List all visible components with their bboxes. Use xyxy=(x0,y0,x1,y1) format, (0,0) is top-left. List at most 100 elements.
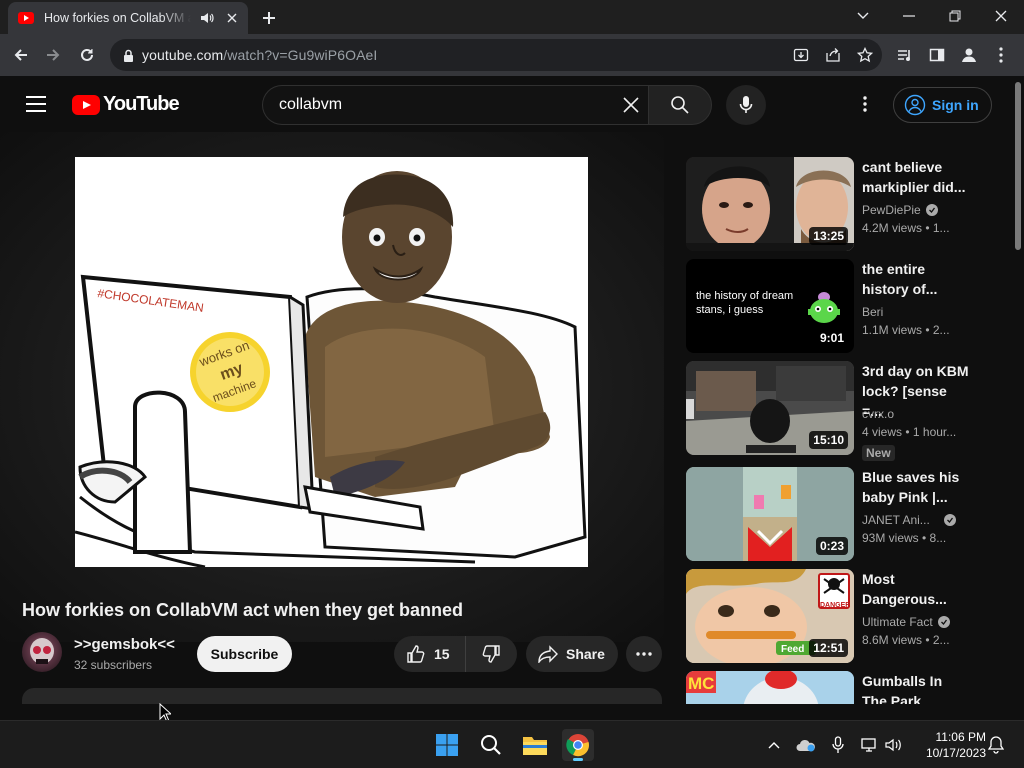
recommendation-title[interactable]: Most Dangerous... xyxy=(862,569,970,609)
reload-icon xyxy=(81,48,93,61)
channel-label: PewDiePie xyxy=(862,203,921,217)
guide-menu-button[interactable] xyxy=(22,90,50,118)
subscribe-button[interactable]: Subscribe xyxy=(197,636,292,672)
minimize-button[interactable] xyxy=(889,4,929,28)
chrome-taskbar-button[interactable] xyxy=(562,729,594,761)
sign-in-label: Sign in xyxy=(932,97,979,113)
recommendation-title[interactable]: cant believe markiplier did... xyxy=(862,157,970,197)
clear-search-icon[interactable] xyxy=(620,94,642,116)
show-hidden-icons-button[interactable] xyxy=(764,735,784,755)
recommendation-title[interactable]: Gumballs In The Park xyxy=(862,671,970,704)
channel-name[interactable]: >>gemsbok<< xyxy=(74,636,175,653)
recommendation-title[interactable]: Blue saves his baby Pink |... xyxy=(862,467,970,507)
like-button[interactable]: 15 xyxy=(394,636,466,672)
tab-search-button[interactable] xyxy=(843,4,883,28)
reload-button[interactable] xyxy=(74,42,100,68)
taskbar-search-button[interactable] xyxy=(475,729,507,761)
recommendation-channel[interactable]: PewDiePie xyxy=(862,203,938,217)
address-bar[interactable]: youtube.com/watch?v=Gu9wiP6OAeI xyxy=(110,39,882,71)
video-thumbnail[interactable]: 0:23 xyxy=(686,467,854,561)
kebab-menu-icon xyxy=(999,47,1003,63)
microphone-icon xyxy=(832,736,844,753)
recommendation-item[interactable]: 0:23 Blue saves his baby Pink |... JANET… xyxy=(686,467,1006,561)
video-duration: 12:51 xyxy=(809,639,848,657)
video-thumbnail[interactable]: Feed DANGER 12:51 xyxy=(686,569,854,663)
recommendation-item[interactable]: MC Gumballs In The Park xyxy=(686,671,1006,704)
microphone-tray-icon[interactable] xyxy=(828,735,848,755)
channel-avatar[interactable] xyxy=(22,632,62,672)
clock-time: 11:06 PM xyxy=(935,730,986,744)
search-button[interactable] xyxy=(648,85,712,125)
media-controls-button[interactable] xyxy=(892,42,918,68)
network-display-icon xyxy=(861,738,876,752)
forward-button[interactable] xyxy=(40,42,66,68)
cloud-icon xyxy=(796,739,815,752)
network-tray-icon[interactable] xyxy=(860,735,880,755)
video-title: How forkies on CollabVM act when they ge… xyxy=(22,600,464,620)
browser-menu-button[interactable] xyxy=(988,42,1014,68)
video-frame[interactable]: #CHOCOLATEMAN works on my machine xyxy=(75,157,588,567)
file-explorer-button[interactable] xyxy=(519,729,551,761)
recommendation-item[interactable]: the history of dream stans, i guess 9:01… xyxy=(686,259,1006,353)
bookmark-button[interactable] xyxy=(852,42,878,68)
side-panel-button[interactable] xyxy=(924,42,950,68)
notifications-button[interactable] xyxy=(986,735,1006,755)
bell-icon xyxy=(988,736,1004,754)
voice-search-button[interactable] xyxy=(726,85,766,125)
channel-label: JANET Ani... xyxy=(862,513,930,527)
browser-tab-strip: How forkies on CollabVM act when they ge… xyxy=(0,0,1024,34)
close-tab-icon[interactable] xyxy=(224,10,240,26)
back-button[interactable] xyxy=(8,42,34,68)
video-player[interactable]: #CHOCOLATEMAN works on my machine xyxy=(0,132,664,642)
search-input[interactable]: collabvm xyxy=(262,85,648,125)
channel-label: Ultimate Fact xyxy=(862,615,933,629)
volume-tray-icon[interactable] xyxy=(884,735,904,755)
system-clock[interactable]: 11:06 PM 10/17/2023 xyxy=(916,729,986,761)
arrow-left-icon xyxy=(14,49,27,61)
recommendation-item[interactable]: Feed DANGER 12:51 Most Dangerous... Ulti… xyxy=(686,569,1006,663)
video-duration: 13:25 xyxy=(809,227,848,245)
speaker-icon[interactable] xyxy=(199,10,215,26)
sign-in-button[interactable]: Sign in xyxy=(893,87,992,123)
recommendation-channel[interactable]: cvrx.o xyxy=(862,407,894,421)
browser-tab-youtube[interactable]: How forkies on CollabVM act when they ge… xyxy=(8,2,248,34)
vertical-scrollbar-thumb[interactable] xyxy=(1015,82,1021,250)
vertical-scrollbar[interactable] xyxy=(1012,76,1024,704)
video-thumbnail[interactable]: the history of dream stans, i guess 9:01 xyxy=(686,259,854,353)
install-icon xyxy=(793,48,809,62)
video-thumbnail[interactable]: MC xyxy=(686,671,854,704)
settings-menu-button[interactable] xyxy=(853,92,877,116)
youtube-logo[interactable]: YouTube xyxy=(72,93,180,116)
recommendation-title[interactable]: the entire history of... xyxy=(862,259,970,299)
recommendation-channel[interactable]: Beri xyxy=(862,305,883,319)
onedrive-tray-icon[interactable] xyxy=(796,735,816,755)
video-thumbnail[interactable]: 15:10 xyxy=(686,361,854,455)
recommendation-item[interactable]: 13:25 cant believe markiplier did... Pew… xyxy=(686,157,1006,251)
dislike-button[interactable] xyxy=(466,636,516,672)
windows-taskbar: 11:06 PM 10/17/2023 xyxy=(0,720,1024,768)
start-button[interactable] xyxy=(431,729,463,761)
recommendation-channel[interactable]: Ultimate Fact xyxy=(862,615,950,629)
share-page-button[interactable] xyxy=(820,42,846,68)
description-box[interactable] xyxy=(22,688,662,704)
new-tab-button[interactable] xyxy=(258,7,280,29)
youtube-header: YouTube collabvm Sign in xyxy=(0,76,1012,132)
chevron-down-icon xyxy=(857,12,869,19)
install-app-button[interactable] xyxy=(788,42,814,68)
share-button[interactable]: Share xyxy=(526,636,618,672)
restore-button[interactable] xyxy=(935,4,975,28)
url-text: youtube.com/watch?v=Gu9wiP6OAeI xyxy=(142,47,378,63)
more-actions-button[interactable] xyxy=(626,636,662,672)
thumbnail-mc-label: MC xyxy=(688,674,714,693)
recommendation-channel[interactable]: JANET Ani... xyxy=(862,513,956,527)
profile-button[interactable] xyxy=(956,42,982,68)
recommendation-item[interactable]: 15:10 3rd day on KBM lock? [sense =... c… xyxy=(686,361,1006,461)
skull-avatar-icon xyxy=(30,638,54,664)
lock-icon[interactable] xyxy=(120,47,136,63)
recommendation-meta: 4 views • 1 hour... xyxy=(862,425,957,439)
close-window-button[interactable] xyxy=(981,4,1021,28)
video-duration: 15:10 xyxy=(809,431,848,449)
recommendation-meta: 8.6M views • 2... xyxy=(862,633,950,647)
video-thumbnail[interactable]: 13:25 xyxy=(686,157,854,251)
plus-icon xyxy=(263,12,275,24)
